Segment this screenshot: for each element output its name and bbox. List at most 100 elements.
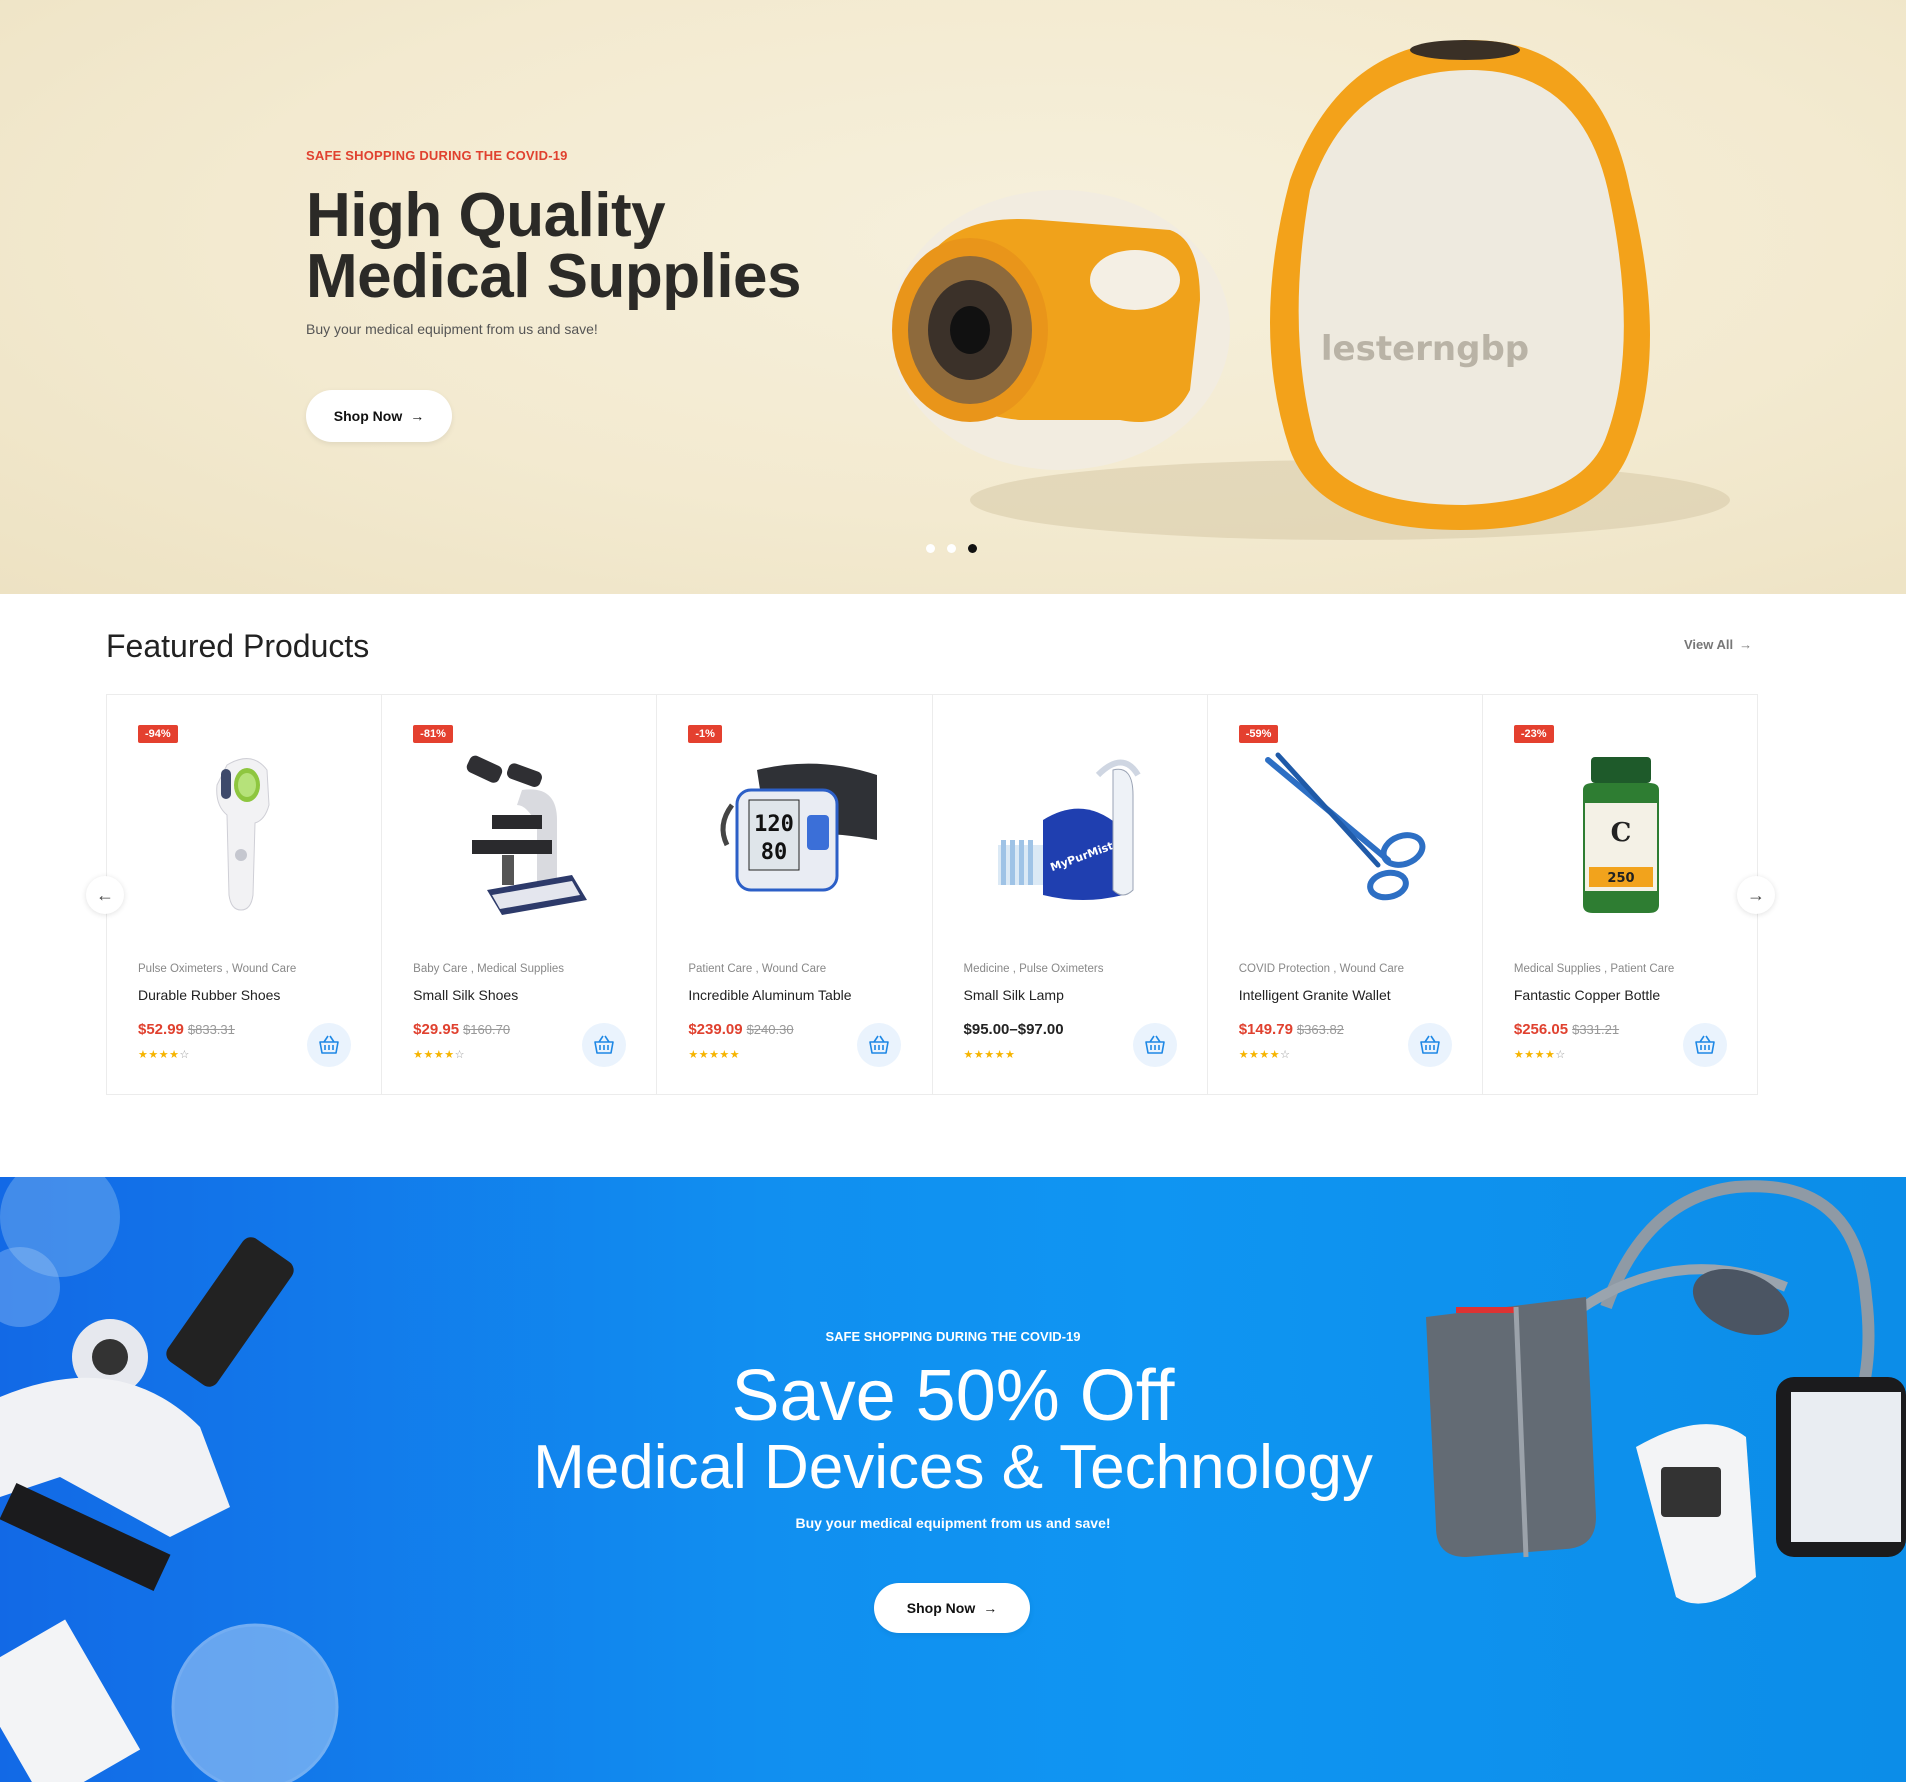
promo-subtitle: Buy your medical equipment from us and s…: [795, 1515, 1111, 1531]
product-price: $239.09 $240.30: [688, 1021, 793, 1038]
stars-empty: ☆: [1280, 1049, 1291, 1061]
product-categories[interactable]: Pulse Oximeters , Wound Care: [138, 963, 296, 975]
hero-title-line1: High Quality: [306, 181, 666, 250]
discount-badge: -81%: [413, 725, 453, 743]
promo-shop-now-label: Shop Now: [906, 1600, 976, 1616]
stars-filled: ★★★★: [138, 1049, 180, 1061]
product-categories[interactable]: COVID Protection , Wound Care: [1239, 963, 1404, 975]
basket-icon: [1144, 1035, 1165, 1054]
nebulizer-kit-image: MyPurMist: [997, 759, 1141, 900]
add-to-cart-button[interactable]: [307, 1023, 351, 1067]
basket-icon: [869, 1035, 890, 1054]
promo-title-line2: Medical Devices & Technology: [533, 1433, 1373, 1502]
hero-shop-now-button[interactable]: Shop Now →: [306, 390, 452, 442]
slider-dot-3[interactable]: [968, 544, 977, 553]
product-categories[interactable]: Medicine , Pulse Oximeters: [964, 963, 1104, 975]
product-name[interactable]: Incredible Aluminum Table: [688, 987, 851, 1003]
product-name[interactable]: Small Silk Lamp: [964, 987, 1064, 1003]
star-rating: ★★★★☆: [138, 1048, 190, 1061]
carousel-next-button[interactable]: →: [1737, 876, 1775, 914]
star-rating: ★★★★☆: [413, 1048, 465, 1061]
add-to-cart-button[interactable]: [1132, 1023, 1177, 1067]
add-to-cart-button[interactable]: [1682, 1023, 1727, 1067]
old-price: $240.30: [746, 1022, 794, 1037]
old-price: $833.31: [187, 1022, 235, 1037]
old-price: $363.82: [1296, 1022, 1344, 1037]
view-all-label: View All: [1684, 637, 1734, 652]
add-to-cart-button[interactable]: [857, 1023, 902, 1067]
add-to-cart-button[interactable]: [1407, 1023, 1452, 1067]
product-price: $95.00–$97.00: [964, 1021, 1064, 1038]
thermometer-image: [216, 758, 270, 911]
basket-icon: [594, 1035, 614, 1054]
basket-icon: [1695, 1035, 1715, 1054]
bottle-label-number: 250: [1607, 871, 1634, 886]
slider-dots: [926, 544, 977, 553]
star-rating: ★★★★☆: [1239, 1048, 1291, 1061]
discount-badge: -23%: [1513, 725, 1554, 743]
slider-dot-2[interactable]: [947, 544, 956, 553]
current-price: $95.00–$97.00: [963, 1021, 1064, 1038]
stars-filled: ★★★★: [1238, 1049, 1281, 1061]
promo-eyebrow: SAFE SHOPPING DURING THE COVID-19: [825, 1329, 1081, 1344]
discount-badge: -94%: [138, 725, 178, 743]
product-price: $256.05 $331.21: [1514, 1021, 1619, 1038]
blood-pressure-monitor-image: 120 80: [720, 763, 878, 892]
product-card[interactable]: -81% Baby Care , Medical Supplies Small …: [382, 695, 658, 1094]
add-to-cart-button[interactable]: [582, 1023, 627, 1067]
arrow-right-icon: →: [1739, 637, 1753, 652]
carousel-prev-button[interactable]: ←: [86, 876, 124, 914]
old-price: $160.70: [463, 1022, 511, 1037]
monitor-reading-bottom: 80: [761, 840, 788, 865]
product-card[interactable]: MyPurMist Medicine , Pulse Oximeters Sma…: [933, 695, 1208, 1094]
product-name[interactable]: Fantastic Copper Bottle: [1514, 987, 1660, 1003]
star-rating: ★★★★★: [688, 1048, 740, 1061]
hero-watermark: lesterngbp: [1321, 329, 1529, 369]
product-card[interactable]: -1% 120 80 Patient Care , Wound Care Inc…: [657, 695, 933, 1094]
product-name[interactable]: Durable Rubber Shoes: [138, 987, 280, 1003]
hero-text-block: SAFE SHOPPING DURING THE COVID-19 High Q…: [306, 148, 866, 337]
product-categories[interactable]: Baby Care , Medical Supplies: [413, 963, 564, 975]
slider-dot-1[interactable]: [926, 544, 935, 553]
discount-badge: -59%: [1238, 725, 1279, 743]
product-price: $29.95 $160.70: [413, 1021, 510, 1038]
discount-badge: -1%: [688, 725, 722, 743]
current-price: $52.99: [138, 1021, 184, 1038]
stars-filled: ★★★★: [413, 1049, 455, 1061]
product-name[interactable]: Intelligent Granite Wallet: [1239, 987, 1391, 1003]
stars-empty: ☆: [454, 1049, 465, 1061]
stars-filled: ★★★★: [1513, 1049, 1556, 1061]
old-price: $331.21: [1572, 1022, 1620, 1037]
promo-title-line1: Save 50% Off: [731, 1356, 1175, 1436]
arrow-right-icon: →: [983, 1600, 998, 1616]
current-price: $256.05: [1513, 1021, 1569, 1038]
product-card[interactable]: -59% COVID Protection , Wound Care Intel…: [1208, 695, 1483, 1094]
current-price: $149.79: [1238, 1021, 1293, 1038]
product-name[interactable]: Small Silk Shoes: [413, 987, 518, 1003]
arrow-right-icon: →: [410, 408, 425, 424]
featured-products-title: Featured Products: [106, 628, 370, 664]
hero-shop-now-label: Shop Now: [333, 408, 403, 424]
star-rating: ★★★★☆: [1514, 1048, 1566, 1061]
stars-filled: ★★★★★: [688, 1049, 741, 1061]
product-categories[interactable]: Patient Care , Wound Care: [688, 963, 826, 975]
star-rating: ★★★★★: [964, 1048, 1016, 1061]
promo-shop-now-button[interactable]: Shop Now →: [874, 1583, 1030, 1633]
promo-banner: SAFE SHOPPING DURING THE COVID-19 Save 5…: [0, 1177, 1906, 1782]
stars-filled: ★★★★★: [963, 1049, 1016, 1061]
product-card[interactable]: -23% C 250 Medical Supplies , Patient Ca…: [1483, 695, 1757, 1094]
hero-title-line2: Medical Supplies: [306, 242, 802, 311]
hero-eyebrow: SAFE SHOPPING DURING THE COVID-19: [306, 148, 568, 163]
arrow-right-icon: →: [1747, 884, 1765, 905]
current-price: $239.09: [688, 1021, 743, 1038]
product-price: $52.99 $833.31: [138, 1021, 235, 1038]
product-card[interactable]: -94% Pulse Oximeters , Wound Care Durabl…: [107, 695, 383, 1094]
hero-subtitle: Buy your medical equipment from us and s…: [306, 321, 598, 337]
current-price: $29.95: [413, 1021, 460, 1038]
basket-icon: [319, 1035, 339, 1054]
view-all-link[interactable]: View All →: [1684, 637, 1752, 652]
hero-device-image: lesterngbp: [890, 40, 1730, 540]
product-carousel: -94% Pulse Oximeters , Wound Care Durabl…: [106, 694, 1758, 1095]
product-categories[interactable]: Medical Supplies , Patient Care: [1514, 963, 1674, 975]
scissors-image: [1264, 752, 1426, 901]
